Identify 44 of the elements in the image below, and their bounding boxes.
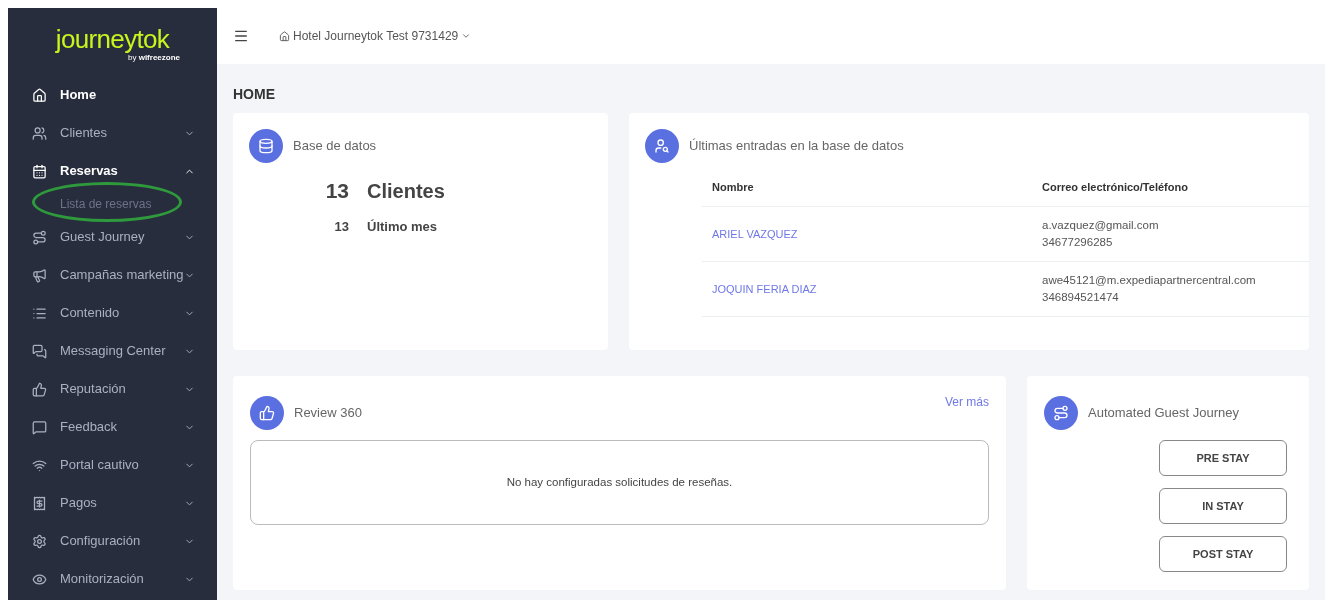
client-count: 13 bbox=[324, 178, 349, 204]
logo-byline: by wifreezone bbox=[127, 53, 180, 64]
sidebar-item[interactable]: Clientes bbox=[8, 114, 217, 152]
sidebar-item[interactable]: Home bbox=[8, 76, 217, 114]
month-count: 13 bbox=[333, 217, 349, 236]
card-title: Automated Guest Journey bbox=[1088, 404, 1240, 423]
month-label: Último mes bbox=[367, 217, 439, 236]
client-label: Clientes bbox=[367, 179, 446, 204]
sidebar-item[interactable]: Portal cautivo bbox=[8, 446, 217, 484]
sidebar-item[interactable]: Messaging Center bbox=[8, 332, 217, 370]
route-icon bbox=[1044, 396, 1078, 430]
sidebar-item[interactable]: Contenido bbox=[8, 294, 217, 332]
sidebar-item[interactable]: Campañas marketing bbox=[8, 256, 217, 294]
client-name-link[interactable]: ARIEL VAZQUEZ bbox=[712, 225, 1042, 243]
sidebar-item[interactable]: Configuración bbox=[8, 522, 217, 560]
card-title: Review 360 bbox=[294, 404, 362, 423]
sidebar-item[interactable]: Pagos bbox=[8, 484, 217, 522]
hotel-selector[interactable]: Hotel Journeytok Test 9731429 bbox=[279, 27, 472, 45]
email-text: awe45121@m.expediapartnercentral.com bbox=[1042, 272, 1257, 288]
thumbs-up-icon bbox=[250, 396, 284, 430]
client-name-link[interactable]: JOQUIN FERIA DIAZ bbox=[712, 280, 1042, 298]
column-header: Nombre bbox=[712, 180, 755, 196]
stage-button[interactable]: IN STAY bbox=[1159, 488, 1287, 524]
phone-text: 346894521474 bbox=[1042, 290, 1120, 305]
sidebar-item[interactable]: Reservas bbox=[8, 152, 217, 190]
home-icon bbox=[279, 30, 290, 42]
sidebar-item[interactable]: Monitorización bbox=[8, 560, 217, 598]
logo: journeytok bbox=[55, 26, 170, 52]
sidebar-item[interactable]: Feedback bbox=[8, 408, 217, 446]
phone-text: 34677296285 bbox=[1042, 235, 1114, 250]
stage-button[interactable]: PRE STAY bbox=[1159, 440, 1287, 476]
see-more-link[interactable]: Ver más bbox=[945, 393, 989, 411]
sidebar-item[interactable]: Guest Journey bbox=[8, 218, 217, 256]
page-title: HOME bbox=[232, 85, 276, 104]
email-text: a.vazquez@gmail.com bbox=[1042, 217, 1160, 233]
sidebar-item[interactable]: Reputación bbox=[8, 370, 217, 408]
column-header: Correo electrónico/Teléfono bbox=[1042, 180, 1189, 196]
card-title: Base de datos bbox=[293, 137, 377, 156]
stage-button[interactable]: POST STAY bbox=[1159, 536, 1287, 572]
chevron-icon bbox=[461, 31, 472, 41]
menu-icon[interactable] bbox=[233, 28, 249, 44]
card-title: Últimas entradas en la base de datos bbox=[689, 137, 904, 156]
database-icon bbox=[249, 129, 283, 163]
empty-reviews-panel: No hay configuradas solicitudes de reseñas. bbox=[250, 440, 989, 525]
